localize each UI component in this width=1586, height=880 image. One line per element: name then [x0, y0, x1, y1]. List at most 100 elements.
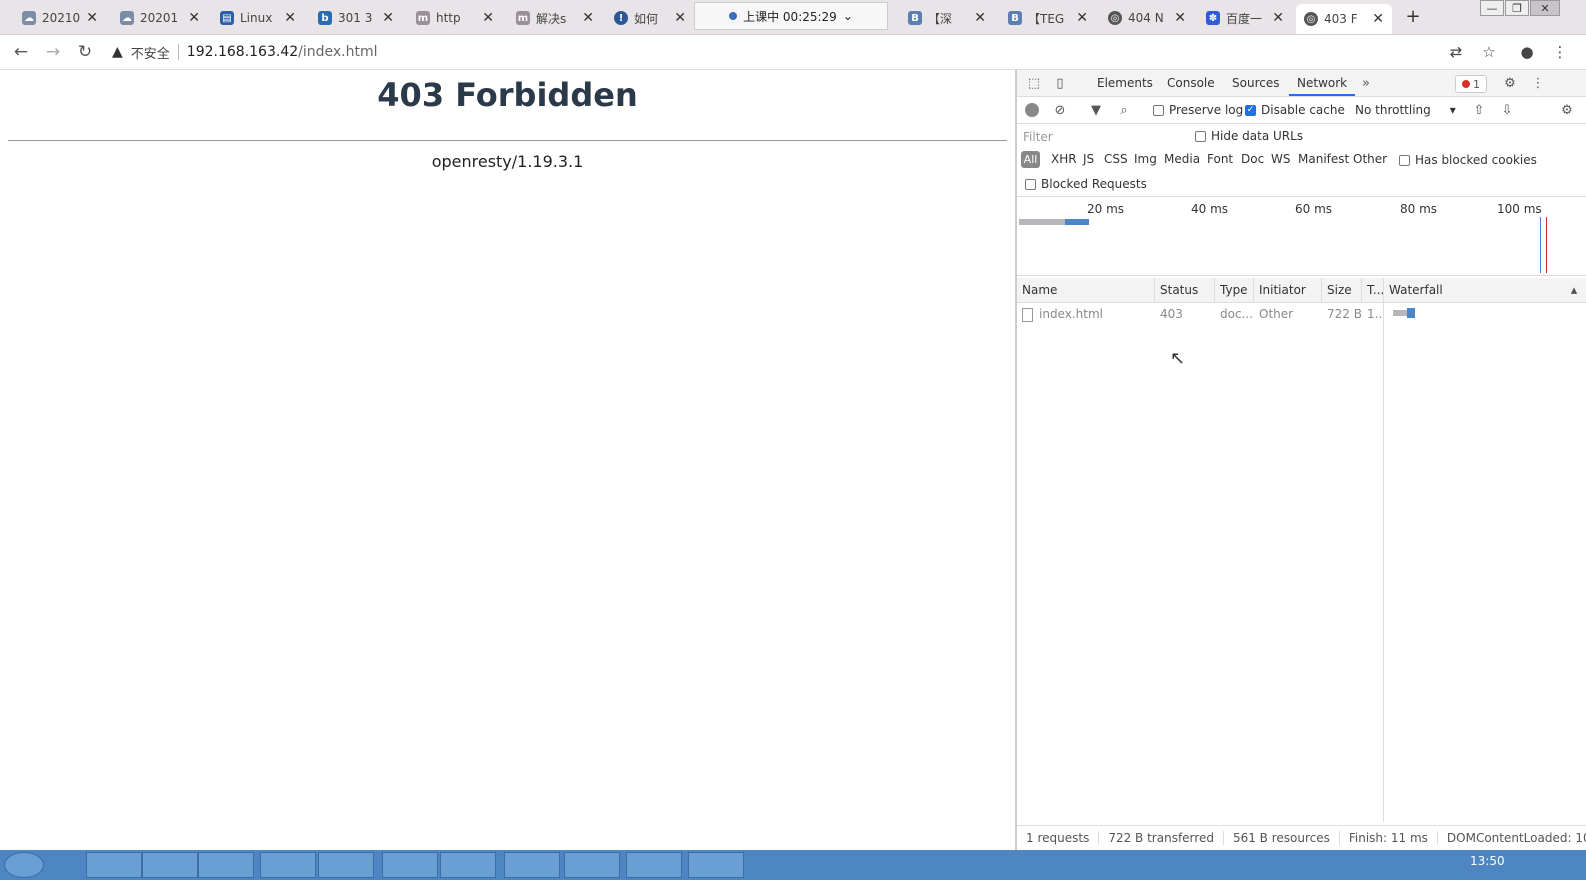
taskbar-app[interactable]: [318, 852, 374, 878]
browser-tab[interactable]: ☁ 20201 ✕: [112, 4, 208, 32]
tab-elements[interactable]: Elements: [1097, 70, 1153, 96]
profile-button[interactable]: ●: [1517, 42, 1537, 62]
taskbar-app[interactable]: [198, 852, 254, 878]
checkbox-unchecked[interactable]: [1025, 178, 1036, 190]
hide-data-urls-checkbox[interactable]: Hide data URLs: [1195, 129, 1303, 143]
has-blocked-cookies-checkbox[interactable]: Has blocked cookies: [1399, 153, 1537, 167]
translate-button[interactable]: ⇄: [1446, 42, 1466, 62]
column-size[interactable]: Size: [1322, 278, 1362, 302]
type-filter-manifest[interactable]: Manifest: [1298, 152, 1349, 166]
close-icon[interactable]: ✕: [674, 10, 686, 26]
recording-indicator[interactable]: 上课中 00:25:29 ⌄: [694, 2, 888, 30]
type-filter-all[interactable]: All: [1021, 151, 1040, 168]
inspect-element-button[interactable]: ⬚: [1025, 74, 1043, 92]
column-name[interactable]: Name: [1017, 278, 1155, 302]
browser-tab[interactable]: b 301 3 ✕: [310, 4, 402, 32]
throttling-select[interactable]: No throttling ▾: [1355, 103, 1456, 117]
load-line: [1546, 217, 1547, 273]
close-window-button[interactable]: ✕: [1530, 0, 1560, 16]
bookmark-button[interactable]: ☆: [1479, 42, 1499, 62]
export-har-button[interactable]: ⇩: [1498, 101, 1516, 119]
forward-button[interactable]: →: [42, 41, 64, 63]
browser-tab[interactable]: ☁ 20210 ✕: [14, 4, 106, 32]
clear-button[interactable]: ⊘: [1051, 101, 1069, 119]
browser-tab[interactable]: ▤ Linux ✕: [212, 4, 304, 32]
type-filter-doc[interactable]: Doc: [1241, 152, 1264, 166]
column-time[interactable]: T...: [1362, 278, 1384, 302]
import-har-button[interactable]: ⇧: [1470, 101, 1488, 119]
taskbar-app[interactable]: [260, 852, 316, 878]
maximize-button[interactable]: ❐: [1505, 0, 1529, 16]
browser-tab[interactable]: ✽ 百度一 ✕: [1198, 4, 1292, 32]
preserve-log-checkbox[interactable]: Preserve log: [1153, 103, 1243, 117]
new-tab-button[interactable]: +: [1402, 5, 1424, 27]
close-icon[interactable]: ✕: [284, 10, 296, 26]
devtools-menu-button[interactable]: ⋮: [1529, 74, 1547, 92]
column-type[interactable]: Type: [1215, 278, 1254, 302]
taskbar-app[interactable]: [504, 852, 560, 878]
taskbar-app[interactable]: [688, 852, 744, 878]
browser-tab[interactable]: ◎ 404 N ✕: [1100, 4, 1194, 32]
server-signature: openresty/1.19.3.1: [431, 152, 584, 171]
taskbar-app[interactable]: [564, 852, 620, 878]
type-filter-font[interactable]: Font: [1207, 152, 1233, 166]
taskbar-app[interactable]: [142, 852, 198, 878]
disable-cache-checkbox[interactable]: ✓ Disable cache: [1245, 103, 1345, 117]
more-tabs-button[interactable]: »: [1357, 74, 1375, 92]
type-filter-media[interactable]: Media: [1164, 152, 1200, 166]
close-icon[interactable]: ✕: [188, 10, 200, 26]
browser-tab-active[interactable]: ◎ 403 F ✕: [1296, 4, 1392, 34]
checkbox-unchecked[interactable]: [1399, 154, 1410, 166]
filter-input[interactable]: Filter: [1023, 130, 1053, 144]
back-button[interactable]: ←: [10, 41, 32, 63]
close-icon[interactable]: ✕: [582, 10, 594, 26]
close-icon[interactable]: ✕: [974, 10, 986, 26]
close-icon[interactable]: ✕: [382, 10, 394, 26]
type-filter-xhr[interactable]: XHR: [1051, 152, 1077, 166]
minimize-button[interactable]: —: [1480, 0, 1504, 16]
error-count-badge[interactable]: 1: [1455, 75, 1487, 93]
column-status[interactable]: Status: [1155, 278, 1215, 302]
blocked-requests-checkbox[interactable]: Blocked Requests: [1025, 177, 1147, 191]
column-waterfall[interactable]: Waterfall: [1384, 278, 1564, 302]
taskbar-app[interactable]: [440, 852, 496, 878]
close-icon[interactable]: ✕: [482, 10, 494, 26]
browser-tab[interactable]: m http ✕: [408, 4, 502, 32]
network-settings-button[interactable]: ⚙: [1558, 101, 1576, 119]
settings-button[interactable]: ⚙: [1501, 74, 1519, 92]
tab-network[interactable]: Network: [1289, 70, 1356, 96]
browser-tab[interactable]: m 解决s ✕: [508, 4, 602, 32]
address-bar[interactable]: ▲ 不安全 192.168.163.42/index.html: [112, 39, 1432, 65]
browser-tab[interactable]: B 【TEG ✕: [1000, 4, 1096, 32]
browser-tab[interactable]: B 【深 ✕: [900, 4, 994, 32]
reload-button[interactable]: ↻: [74, 41, 96, 63]
taskbar-app[interactable]: [86, 852, 142, 878]
close-icon[interactable]: ✕: [1174, 10, 1186, 26]
record-button[interactable]: [1025, 103, 1039, 117]
network-overview[interactable]: 20 ms 40 ms 60 ms 80 ms 100 ms: [1017, 197, 1586, 276]
checkbox-unchecked[interactable]: [1195, 130, 1206, 142]
start-button[interactable]: [4, 852, 44, 878]
device-toolbar-button[interactable]: ▯: [1051, 74, 1069, 92]
close-icon[interactable]: ✕: [1076, 10, 1088, 26]
type-filter-img[interactable]: Img: [1134, 152, 1157, 166]
checkbox-checked[interactable]: ✓: [1245, 104, 1256, 116]
column-initiator[interactable]: Initiator: [1254, 278, 1322, 302]
taskbar-clock[interactable]: 13:50: [1470, 854, 1505, 868]
tab-sources[interactable]: Sources: [1232, 70, 1279, 96]
checkbox-unchecked[interactable]: [1153, 104, 1164, 116]
tab-console[interactable]: Console: [1167, 70, 1215, 96]
browser-tab[interactable]: ! 如何 ✕: [606, 4, 694, 32]
search-button[interactable]: ⌕: [1115, 101, 1133, 119]
type-filter-js[interactable]: JS: [1083, 152, 1094, 166]
close-icon[interactable]: ✕: [86, 10, 98, 26]
type-filter-ws[interactable]: WS: [1271, 152, 1290, 166]
filter-button[interactable]: ▼: [1087, 101, 1105, 119]
taskbar-app[interactable]: [626, 852, 682, 878]
type-filter-css[interactable]: CSS: [1104, 152, 1128, 166]
close-icon[interactable]: ✕: [1372, 11, 1384, 27]
taskbar-app[interactable]: [382, 852, 438, 878]
close-icon[interactable]: ✕: [1272, 10, 1284, 26]
menu-button[interactable]: ⋮: [1550, 42, 1570, 62]
type-filter-other[interactable]: Other: [1353, 152, 1387, 166]
